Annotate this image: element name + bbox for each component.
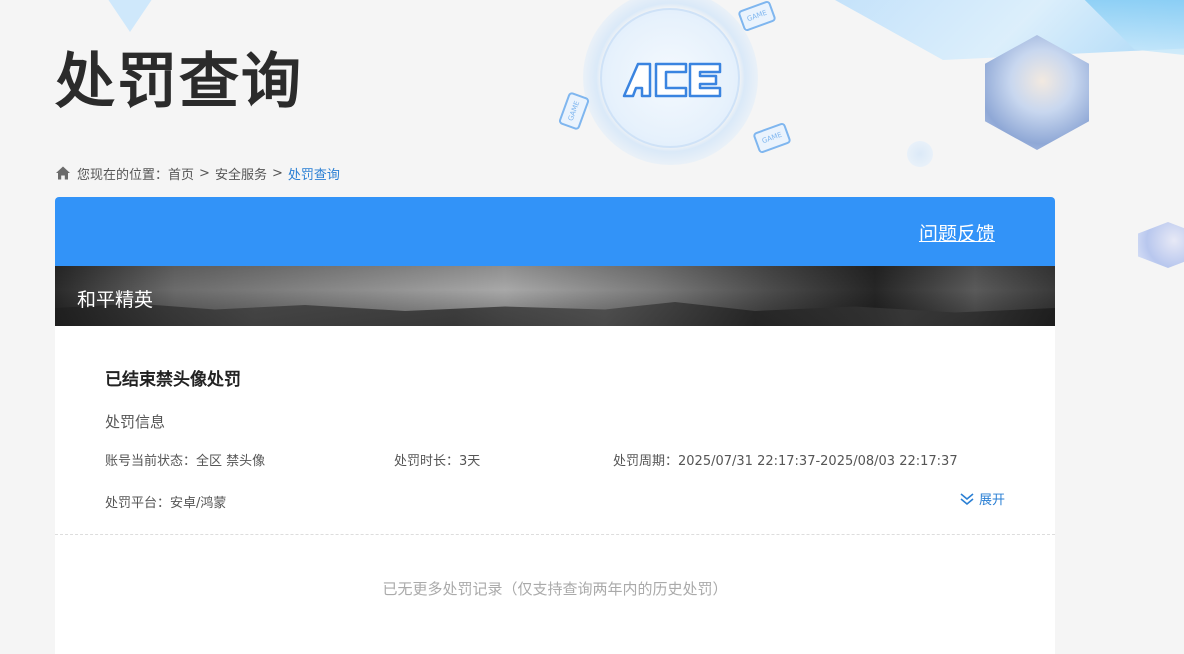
breadcrumb: 您现在的位置： 首页 > 安全服务 > 处罚查询 xyxy=(55,163,340,183)
record-title: 已结束禁头像处罚 xyxy=(105,370,241,390)
penalty-platform-value: 安卓/鸿蒙 xyxy=(170,496,227,511)
account-status-label: 账号当前状态： xyxy=(105,454,197,469)
divider xyxy=(55,534,1055,535)
game-tag-icon: GAME xyxy=(737,0,777,33)
feedback-link[interactable]: 问题反馈 xyxy=(919,219,995,246)
game-banner: 和平精英 xyxy=(55,266,1055,326)
page: GAME GAME GAME 处罚查询 您现在的位置： 首页 > 安全服务 > … xyxy=(0,0,1184,654)
penalty-platform: 处罚平台：安卓/鸿蒙 xyxy=(105,495,1005,513)
penalty-period-label: 处罚周期： xyxy=(613,454,679,469)
penalty-card: 问题反馈 和平精英 已结束禁头像处罚 处罚信息 账号当前状态：全区 禁头像 处罚… xyxy=(55,197,1055,654)
banner-landscape xyxy=(55,302,1055,326)
decorative-triangle xyxy=(95,0,165,32)
breadcrumb-item-current: 处罚查询 xyxy=(287,167,340,183)
penalty-record: 已结束禁头像处罚 处罚信息 账号当前状态：全区 禁头像 处罚时长：3天 处罚周期… xyxy=(55,326,1055,534)
game-name: 和平精英 xyxy=(77,289,154,311)
expand-label: 展开 xyxy=(978,493,1005,508)
chevron-double-down-icon xyxy=(960,492,974,505)
record-section-label: 处罚信息 xyxy=(105,413,166,431)
penalty-period-value: 2025/07/31 22:17:37-2025/08/03 22:17:37 xyxy=(678,454,958,469)
breadcrumb-separator: > xyxy=(199,165,210,181)
game-tag-icon: GAME xyxy=(557,91,591,131)
page-title: 处罚查询 xyxy=(55,47,303,117)
penalty-period: 处罚周期：2025/07/31 22:17:37-2025/08/03 22:1… xyxy=(613,453,958,471)
penalty-duration-value: 3天 xyxy=(459,454,481,469)
decorative-bubble xyxy=(907,141,933,167)
game-tag-icon: GAME xyxy=(752,121,792,155)
penalty-platform-label: 处罚平台： xyxy=(105,496,171,511)
home-icon xyxy=(56,166,70,180)
no-more-records-text: 已无更多处罚记录（仅支持查询两年内的历史处罚） xyxy=(382,580,728,598)
breadcrumb-prefix: 您现在的位置： xyxy=(77,167,169,183)
account-status: 账号当前状态：全区 禁头像 xyxy=(105,453,394,471)
breadcrumb-item-home[interactable]: 首页 xyxy=(168,164,194,183)
card-header: 问题反馈 xyxy=(55,197,1055,266)
breadcrumb-separator: > xyxy=(271,165,283,181)
ace-logo-icon xyxy=(622,62,722,98)
record-info-row: 账号当前状态：全区 禁头像 处罚时长：3天 处罚周期：2025/07/31 22… xyxy=(105,453,1005,471)
expand-button[interactable]: 展开 xyxy=(959,489,1005,508)
penalty-duration: 处罚时长：3天 xyxy=(394,453,613,471)
penalty-duration-label: 处罚时长： xyxy=(394,454,460,469)
breadcrumb-item-security-service[interactable]: 安全服务 xyxy=(215,164,267,183)
account-status-value: 全区 禁头像 xyxy=(196,454,266,469)
character-portrait xyxy=(1138,222,1184,268)
